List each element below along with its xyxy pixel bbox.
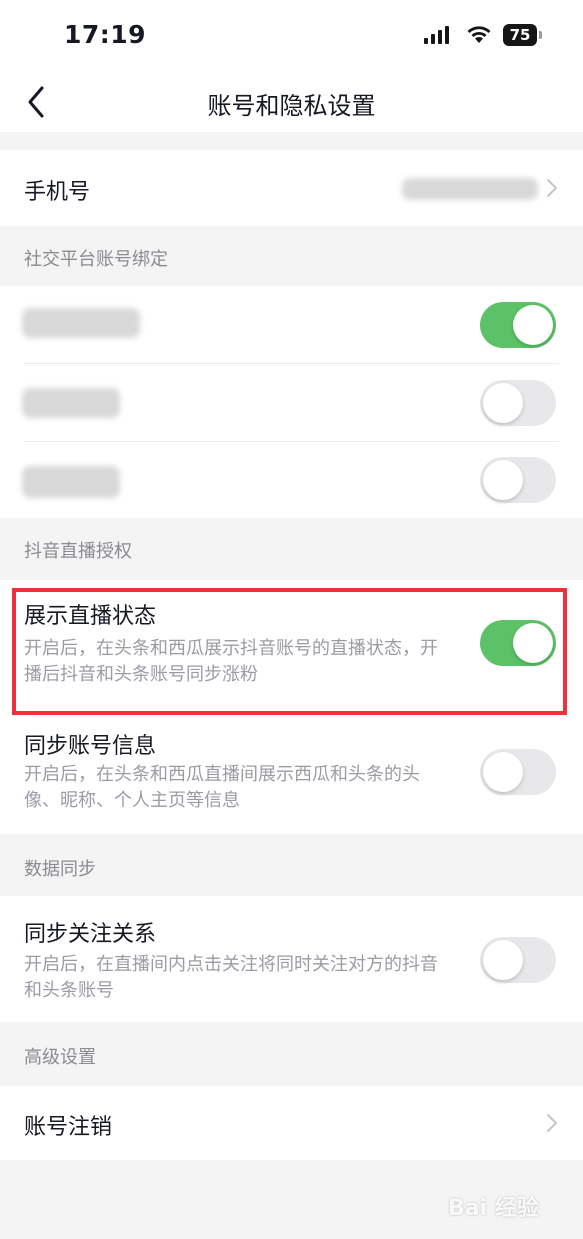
phone-label: 手机号 — [24, 180, 91, 205]
watermark-logo: Bai 经验 — [448, 1196, 539, 1221]
sync-account-info-toggle[interactable] — [480, 749, 556, 795]
account-deletion-row[interactable]: 账号注销 — [0, 1086, 583, 1160]
toggle-knob — [483, 460, 523, 500]
chevron-right-icon — [547, 1114, 557, 1132]
nav-bar: 账号和隐私设置 — [0, 72, 583, 132]
wifi-icon — [467, 26, 491, 43]
social-account-toggle[interactable] — [480, 380, 556, 426]
toggle-knob — [483, 383, 523, 423]
status-bar: 17:19 75 — [0, 0, 583, 72]
section-header-advanced: 高级设置 — [24, 1047, 96, 1068]
cellular-signal-icon — [424, 26, 449, 44]
social-account-toggle[interactable] — [480, 302, 556, 348]
section-header-live: 抖音直播授权 — [24, 541, 132, 562]
sync-follow-toggle[interactable] — [480, 937, 556, 983]
phone-number-blurred — [402, 178, 538, 200]
sync-account-info-row: 同步账号信息 开启后，在头条和西瓜直播间展示西瓜和头条的头像、昵称、个人主页等信… — [0, 716, 583, 834]
account-name-blurred — [22, 388, 120, 418]
sync-follow-row: 同步关注关系 开启后，在直播间内点击关注将同时关注对方的抖音和头条账号 — [0, 896, 583, 1022]
toggle-knob — [513, 305, 553, 345]
sync-follow-label: 同步关注关系 — [24, 922, 157, 947]
section-header-data: 数据同步 — [24, 859, 96, 880]
social-account-row — [0, 442, 583, 518]
status-time: 17:19 — [64, 20, 147, 49]
social-account-row — [0, 286, 583, 364]
battery-indicator: 75 — [503, 24, 537, 46]
account-name-blurred — [22, 308, 140, 338]
sync-account-info-label: 同步账号信息 — [24, 734, 157, 759]
highlight-box — [12, 588, 567, 715]
social-account-row — [0, 364, 583, 442]
sync-follow-desc: 开启后，在直播间内点击关注将同时关注对方的抖音和头条账号 — [24, 954, 438, 1001]
social-account-toggle[interactable] — [480, 457, 556, 503]
chevron-right-icon — [547, 179, 557, 197]
toggle-knob — [483, 940, 523, 980]
phone-row[interactable]: 手机号 — [0, 150, 583, 226]
account-deletion-label: 账号注销 — [24, 1115, 113, 1140]
section-header-social: 社交平台账号绑定 — [24, 249, 168, 270]
page-title: 账号和隐私设置 — [207, 92, 376, 120]
toggle-knob — [483, 752, 523, 792]
sync-account-info-desc: 开启后，在头条和西瓜直播间展示西瓜和头条的头像、昵称、个人主页等信息 — [24, 764, 420, 811]
battery-tip — [539, 31, 542, 39]
account-name-blurred — [22, 466, 120, 498]
